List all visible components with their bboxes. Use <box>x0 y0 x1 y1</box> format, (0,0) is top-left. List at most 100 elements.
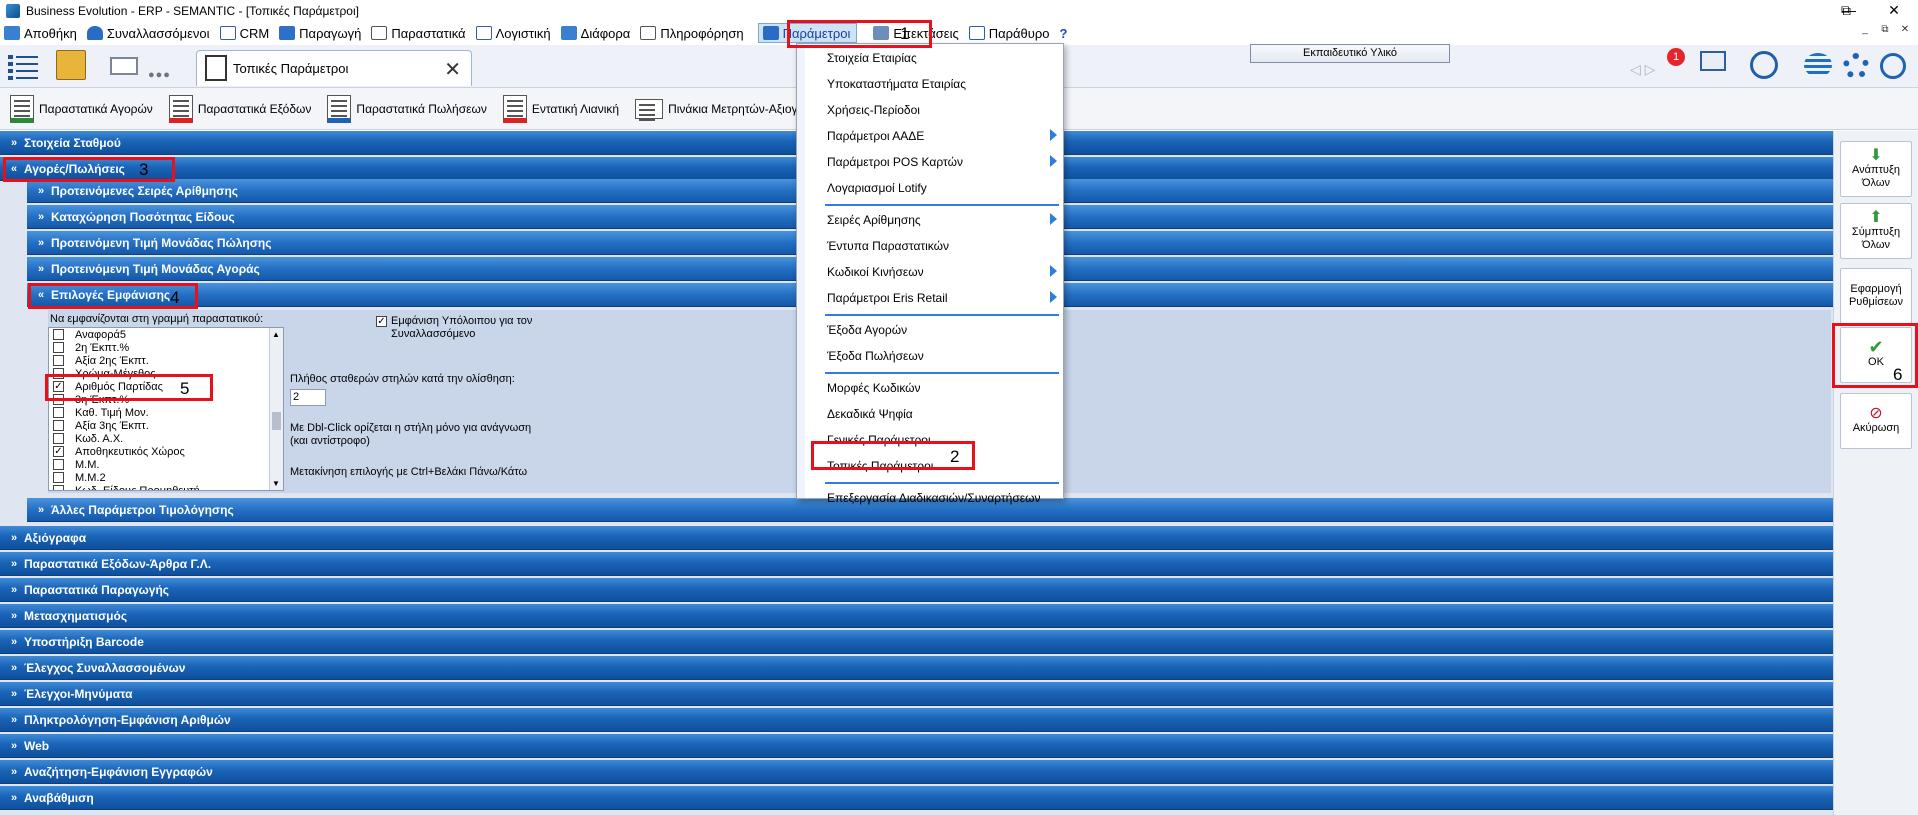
notification-badge[interactable]: 1 <box>1667 48 1685 66</box>
more-icon[interactable]: ●●● <box>148 69 171 81</box>
menu-item[interactable]: Έξοδα Πωλήσεων <box>797 344 1063 368</box>
menu-item[interactable]: Έξοδα Αγορών <box>797 318 1063 342</box>
search-icon[interactable] <box>1750 51 1778 79</box>
list-item-checkbox[interactable] <box>53 485 64 490</box>
menu-documents[interactable]: Παραστατικά <box>367 23 471 43</box>
menu-crm[interactable]: CRM <box>216 23 276 43</box>
mdi-minimize-button[interactable]: _ <box>1856 24 1874 35</box>
sales-documents-button[interactable]: Παραστατικά Πωλήσεων <box>317 91 492 127</box>
list-menu-icon[interactable] <box>8 53 38 79</box>
nav-arrows-icon[interactable]: ◁ ▷ <box>1630 61 1666 77</box>
section-item[interactable]: » Έλεγχοι-Μηνύματα <box>0 682 1833 706</box>
balance-checkbox[interactable]: ✓ <box>376 316 387 327</box>
tab-close-icon[interactable]: ✕ <box>444 57 461 82</box>
list-item-checkbox[interactable] <box>53 472 64 483</box>
menu-accounting[interactable]: Λογιστική <box>472 23 557 43</box>
menu-item[interactable]: Έντυπα Παραστατικών <box>797 234 1063 258</box>
expand-all-button[interactable]: ⬇ Ανάπτυξη Όλων <box>1840 141 1912 197</box>
list-item[interactable]: Αξία 2ης Έκπτ. <box>49 354 283 367</box>
tab-local-parameters[interactable]: Τοπικές Παράμετροι ✕ <box>196 50 472 86</box>
list-item[interactable]: Μ.Μ. <box>49 458 283 471</box>
list-item[interactable]: ✓ Αποθηκευτικός Χώρος <box>49 445 283 458</box>
expense-documents-button[interactable]: Παραστατικά Εξόδων <box>159 91 318 127</box>
list-item[interactable]: 2η Έκπτ.% <box>49 341 283 354</box>
history-icon[interactable] <box>1880 53 1906 79</box>
apply-settings-button[interactable]: Εφαρμογή Ρυθμίσεων <box>1840 268 1912 324</box>
menu-item[interactable]: Δεκαδικά Ψηφία <box>797 402 1063 426</box>
scroll-thumb[interactable] <box>272 412 281 430</box>
section-item[interactable]: » Αναβάθμιση <box>0 786 1833 810</box>
purchase-documents-button[interactable]: Παραστατικά Αγορών <box>0 91 159 127</box>
section-item[interactable]: » Έλεγχος Συναλλασσομένων <box>0 656 1833 680</box>
section-item[interactable]: » Αναζήτηση-Εμφάνιση Εγγραφών <box>0 760 1833 784</box>
list-item[interactable]: 3η Έκπτ.% <box>49 393 283 406</box>
mdi-close-button[interactable]: ✕ <box>1896 24 1914 35</box>
mail-icon[interactable] <box>110 57 138 75</box>
menu-item[interactable]: Λογαριασμοί Lotify <box>797 176 1063 200</box>
list-item-checkbox[interactable] <box>53 329 64 340</box>
menu-item[interactable]: Μορφές Κωδικών <box>797 376 1063 400</box>
menu-item[interactable]: Υποκαταστήματα Εταιρίας <box>797 72 1063 96</box>
section-item[interactable]: » Web <box>0 734 1833 758</box>
intensive-retail-button[interactable]: Εντατική Λιανική <box>493 91 625 127</box>
notes-icon[interactable] <box>56 50 86 80</box>
list-item-checkbox[interactable] <box>53 407 64 418</box>
list-item-checkbox[interactable] <box>53 368 64 379</box>
menu-window[interactable]: Παράθυρο <box>965 23 1056 43</box>
section-item[interactable]: » Αξιόγραφα <box>0 526 1833 550</box>
list-item[interactable]: ✓ Αριθμός Παρτίδας <box>49 380 283 393</box>
list-item[interactable]: Αναφορά5 <box>49 328 283 341</box>
menu-item[interactable]: Χρήσεις-Περίοδοι <box>797 98 1063 122</box>
menu-item[interactable]: Παράμετροι POS Καρτών <box>797 150 1063 174</box>
menu-item[interactable]: Παράμετροι ΑΑΔΕ <box>797 124 1063 148</box>
list-item[interactable]: Κωδ. Α.Χ. <box>49 432 283 445</box>
menu-item[interactable]: Τοπικές Παράμετροι <box>797 454 1063 478</box>
columns-checklist[interactable]: Αναφορά5 2η Έκπτ.% Αξία 2ης Έκπτ. Χρώμα-Μέγ… <box>48 327 284 491</box>
list-item-checkbox[interactable]: ✓ <box>53 446 64 457</box>
list-item[interactable]: Κωδ. Είδους Προμηθευτή <box>49 484 283 490</box>
list-item-checkbox[interactable] <box>53 433 64 444</box>
section-item[interactable]: » Μετασχηματισμός <box>0 604 1833 628</box>
menu-item[interactable]: Γενικές Παράμετροι <box>797 428 1063 452</box>
fixed-columns-input[interactable]: 2 <box>290 389 326 406</box>
list-item-checkbox[interactable] <box>53 459 64 470</box>
list-item[interactable]: Καθ. Τιμή Μον. <box>49 406 283 419</box>
section-item[interactable]: » Υποστήριξη Barcode <box>0 630 1833 654</box>
gear-icon[interactable] <box>1843 53 1869 79</box>
menu-production[interactable]: Παραγωγή <box>275 23 367 43</box>
globe-icon[interactable] <box>1804 53 1832 77</box>
menu-misc[interactable]: Διάφορα <box>557 23 637 43</box>
section-item[interactable]: » Παραστατικά Παραγωγής <box>0 578 1833 602</box>
list-scrollbar[interactable]: ▲ ▼ <box>269 328 283 490</box>
menu-extensions[interactable]: Επεκτάσεις <box>869 23 964 43</box>
list-item-checkbox[interactable] <box>53 355 64 366</box>
educational-material-button[interactable]: Εκπαιδευτικό Υλικό <box>1250 44 1450 63</box>
list-item[interactable]: Μ.Μ.2 <box>49 471 283 484</box>
window-switch-icon[interactable] <box>1700 51 1726 71</box>
menu-item[interactable]: Παράμετροι Eris Retail <box>797 286 1063 310</box>
menu-parameters[interactable]: Παράμετροι <box>757 23 858 43</box>
list-item[interactable]: Αξία 3ης Έκπτ. <box>49 419 283 432</box>
cancel-button[interactable]: ⊘ Ακύρωση <box>1840 393 1912 449</box>
section-item[interactable]: » Πληκτρολόγηση-Εμφάνιση Αριθμών <box>0 708 1833 732</box>
balance-option[interactable]: ✓ Εμφάνιση Υπόλοιπου για τον Συναλλασσόμ… <box>376 315 551 341</box>
list-item-checkbox[interactable]: ✓ <box>53 381 64 392</box>
list-item[interactable]: Χρώμα-Μέγεθος <box>49 367 283 380</box>
mdi-restore-button[interactable]: ⧉ <box>1876 24 1894 35</box>
list-item-checkbox[interactable] <box>53 420 64 431</box>
menu-partners[interactable]: Συναλλασσόμενοι <box>83 23 216 43</box>
menu-item[interactable]: Στοιχεία Εταιρίας <box>797 46 1063 70</box>
menu-help[interactable]: ? <box>1056 23 1074 43</box>
menu-item[interactable]: Σειρές Αρίθμησης <box>797 208 1063 232</box>
collapse-all-button[interactable]: ⬆ Σύμπτυξη Όλων <box>1840 203 1912 259</box>
menu-warehouse[interactable]: Αποθήκη <box>0 23 83 43</box>
list-item-checkbox[interactable] <box>53 394 64 405</box>
scroll-up-icon[interactable]: ▲ <box>272 330 280 339</box>
close-window-button[interactable]: ✕ <box>1870 0 1918 22</box>
scroll-down-icon[interactable]: ▼ <box>272 479 280 488</box>
menu-info[interactable]: Πληροφόρηση <box>636 23 749 43</box>
menu-item[interactable]: Επεξεργασία Διαδικασιών/Συναρτήσεων <box>797 486 1063 510</box>
list-item-checkbox[interactable] <box>53 342 64 353</box>
menu-item[interactable]: Κωδικοί Κινήσεων <box>797 260 1063 284</box>
section-item[interactable]: » Παραστατικά Εξόδων-Άρθρα Γ.Λ. <box>0 552 1833 576</box>
